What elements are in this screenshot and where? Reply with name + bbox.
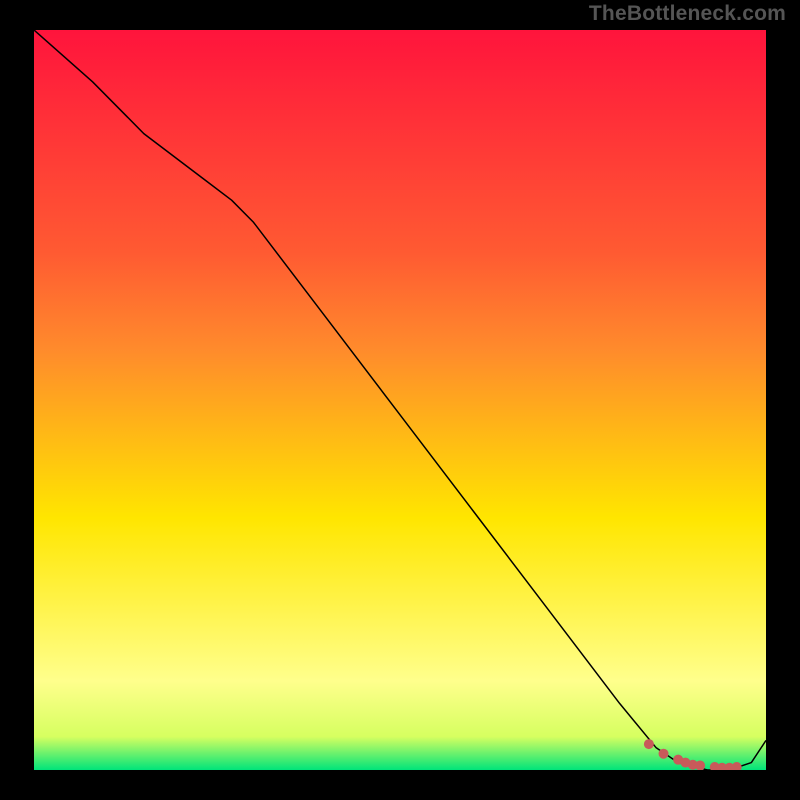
gradient-background [34, 30, 766, 770]
marker-dot [644, 739, 654, 749]
plot-svg [34, 30, 766, 770]
watermark-text: TheBottleneck.com [589, 2, 786, 26]
marker-dot [659, 749, 669, 759]
chart-stage: TheBottleneck.com [0, 0, 800, 800]
